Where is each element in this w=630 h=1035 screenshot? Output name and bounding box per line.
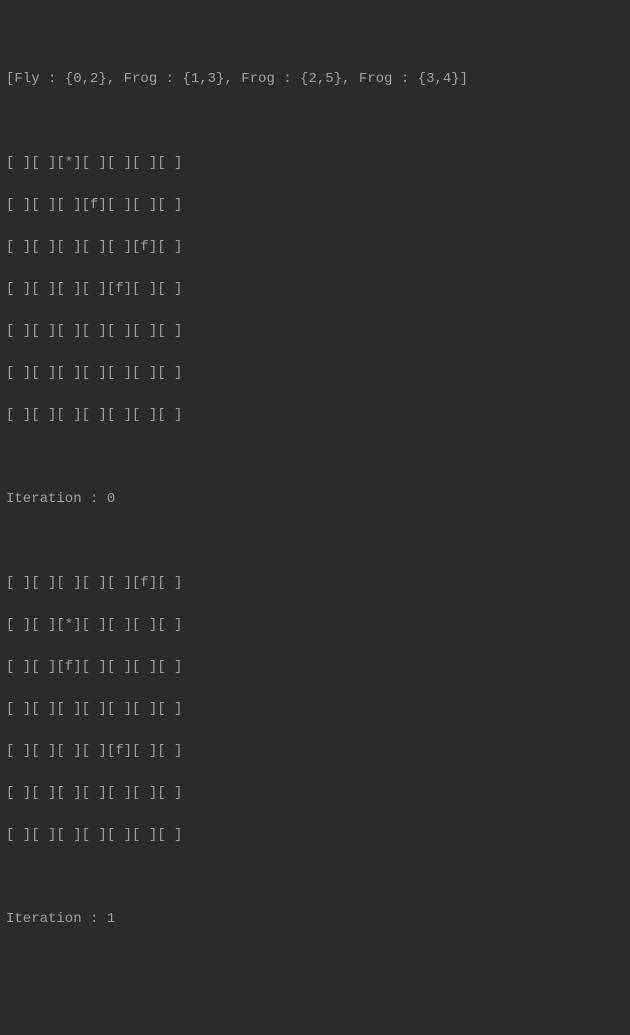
grid-row: [ ][ ][f][ ][ ][ ][ ] xyxy=(6,657,624,678)
entity-header: [Fly : {0,2}, Frog : {1,3}, Frog : {2,5}… xyxy=(6,69,624,90)
blank-line xyxy=(6,867,624,888)
grid-row: [ ][ ][ ][ ][f][ ][ ] xyxy=(6,279,624,300)
grid-row: [ ][ ][ ][ ][ ][ ][ ] xyxy=(6,825,624,846)
grid-row: [ ][ ][ ][f][ ][ ][ ] xyxy=(6,195,624,216)
grid-row: [ ][ ][ ][ ][ ][ ][ ] xyxy=(6,699,624,720)
blank-line xyxy=(6,447,624,468)
iteration-label: Iteration : 0 xyxy=(6,489,624,510)
blank-line xyxy=(6,111,624,132)
grid-row: [ ][ ][*][ ][ ][ ][ ] xyxy=(6,153,624,174)
grid-row: [ ][ ][ ][ ][f][ ][ ] xyxy=(6,741,624,762)
grid-row: [ ][ ][ ][ ][ ][ ][ ] xyxy=(6,363,624,384)
iteration-label: Iteration : 1 xyxy=(6,909,624,930)
blank-line xyxy=(6,531,624,552)
grid-row: [ ][ ][ ][ ][ ][ ][ ] xyxy=(6,783,624,804)
grid-row: [ ][ ][ ][ ][ ][ ][ ] xyxy=(6,405,624,426)
grid-row: [ ][ ][*][ ][ ][ ][ ] xyxy=(6,615,624,636)
grid-row: [ ][ ][ ][ ][ ][f][ ] xyxy=(6,237,624,258)
grid-row: [ ][ ][ ][ ][ ][ ][ ] xyxy=(6,321,624,342)
grid-row: [ ][ ][ ][ ][ ][f][ ] xyxy=(6,573,624,594)
